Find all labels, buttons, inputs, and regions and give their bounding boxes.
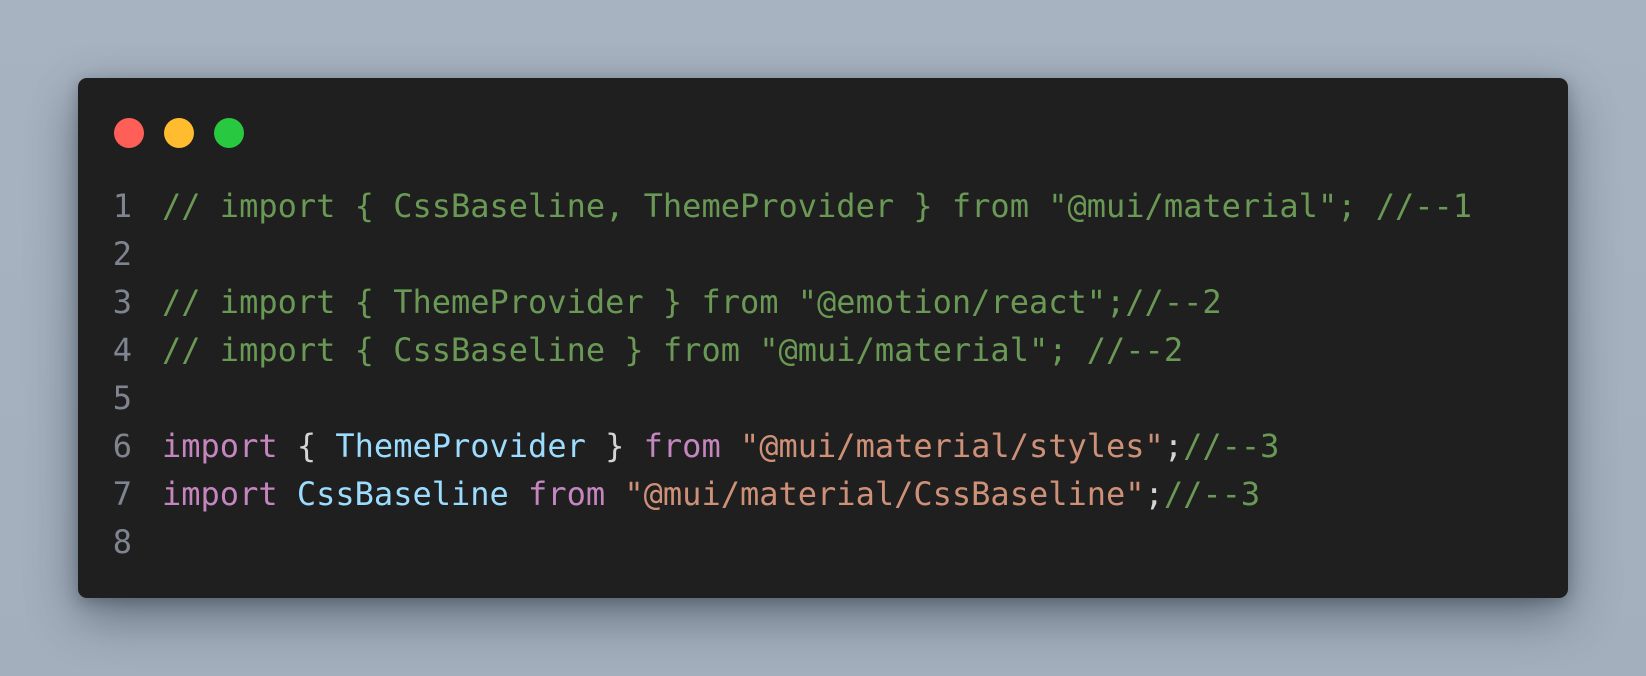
line-code: // import { CssBaseline, ThemeProvider }…	[162, 182, 1472, 230]
line-code: // import { CssBaseline } from "@mui/mat…	[162, 326, 1183, 374]
code-line: 4 // import { CssBaseline } from "@mui/ma…	[78, 326, 1472, 374]
code-token-comment: // import { CssBaseline } from "@mui/mat…	[162, 331, 1184, 369]
code-token-comment: //--3	[1183, 427, 1280, 465]
code-token-string: "@mui/material/CssBaseline"	[624, 475, 1145, 513]
code-block: 1 // import { CssBaseline, ThemeProvider …	[78, 78, 1472, 566]
line-number: 7	[112, 475, 132, 513]
code-line: 7 import CssBaseline from "@mui/material/…	[78, 470, 1472, 518]
code-token-keyword: from	[643, 427, 721, 465]
code-token-ident: CssBaseline	[296, 475, 509, 513]
code-token-string: "@mui/material/styles"	[739, 427, 1164, 465]
code-token-punct	[278, 475, 297, 513]
line-code: import CssBaseline from "@mui/material/C…	[162, 470, 1260, 518]
line-number: 6	[112, 427, 132, 465]
code-token-keyword: from	[528, 475, 606, 513]
code-line: 6 import { ThemeProvider } from "@mui/mat…	[78, 422, 1472, 470]
code-token-comment: //--3	[1163, 475, 1261, 513]
code-token-punct: }	[585, 427, 644, 465]
code-line: 5	[78, 374, 1472, 422]
line-number: 1	[112, 187, 132, 225]
code-line: 8	[78, 518, 1472, 566]
code-token-punct	[605, 475, 624, 513]
code-token-punct: ;	[1163, 427, 1184, 465]
code-token-punct: {	[277, 427, 336, 465]
code-token-comment: // import { CssBaseline, ThemeProvider }…	[162, 187, 1473, 225]
code-window: 1 // import { CssBaseline, ThemeProvider …	[78, 78, 1568, 598]
code-token-keyword: import	[162, 475, 278, 513]
line-number: 5	[112, 379, 132, 417]
line-number: 8	[112, 523, 132, 561]
code-token-comment: // import { ThemeProvider } from "@emoti…	[162, 283, 1222, 321]
code-token-punct: ;	[1144, 475, 1164, 513]
code-line: 1 // import { CssBaseline, ThemeProvider …	[78, 182, 1472, 230]
line-number: 2	[112, 235, 132, 273]
line-code: import { ThemeProvider } from "@mui/mate…	[162, 422, 1279, 470]
code-token-ident: ThemeProvider	[335, 427, 586, 465]
line-number: 4	[112, 331, 132, 369]
code-token-keyword: import	[162, 427, 278, 465]
line-code: // import { ThemeProvider } from "@emoti…	[162, 278, 1222, 326]
code-line: 3 // import { ThemeProvider } from "@emot…	[78, 278, 1472, 326]
code-line: 2	[78, 230, 1472, 278]
code-token-punct	[509, 475, 528, 513]
code-token-punct	[721, 427, 740, 465]
line-number: 3	[112, 283, 132, 321]
